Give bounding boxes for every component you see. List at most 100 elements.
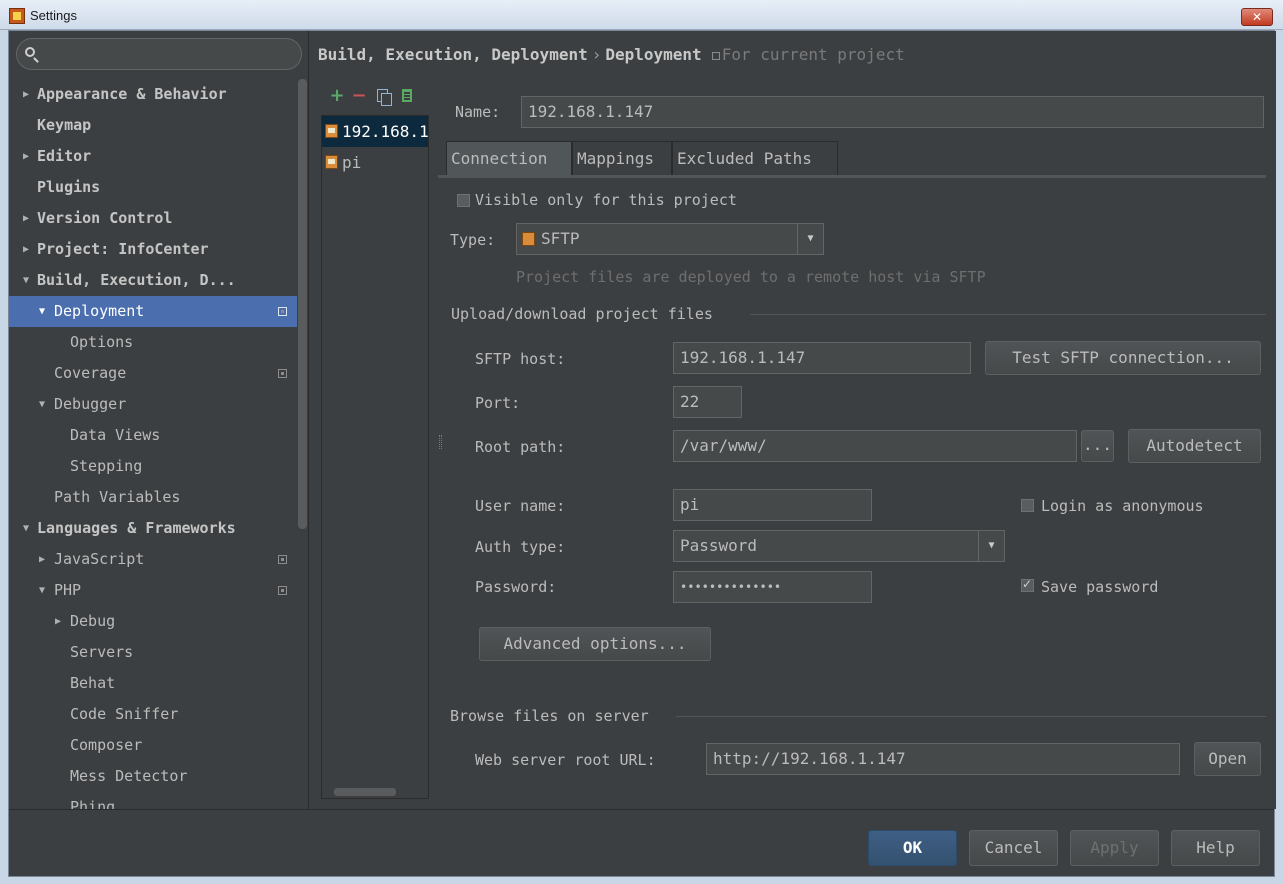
chevron-down-icon[interactable]: ▼ (978, 531, 1004, 561)
sidebar-item-coverage[interactable]: Coverage (9, 358, 297, 389)
sidebar-item-path-variables[interactable]: Path Variables (9, 482, 297, 513)
visible-only-label: Visible only for this project (475, 191, 737, 209)
project-level-icon (278, 586, 287, 595)
window-title-bar: Settings ✕ (0, 0, 1283, 30)
breadcrumb-separator: › (591, 45, 602, 64)
settings-search-field[interactable] (16, 38, 302, 70)
login-anonymous-checkbox[interactable] (1021, 499, 1034, 512)
password-field[interactable]: •••••••••••••• (673, 571, 872, 603)
type-combobox[interactable]: SFTP ▼ (516, 223, 824, 255)
login-anonymous-label: Login as anonymous (1041, 497, 1204, 515)
tab-connection[interactable]: Connection (446, 141, 572, 175)
sidebar-item-data-views[interactable]: Data Views (9, 420, 297, 451)
server-list-item[interactable]: pi (322, 147, 428, 178)
sidebar-item-behat[interactable]: Behat (9, 668, 297, 699)
sidebar-item-debugger[interactable]: ▼ Debugger (9, 389, 297, 420)
chevron-down-icon[interactable]: ▼ (797, 224, 823, 254)
chevron-right-icon[interactable]: ▶ (55, 606, 61, 637)
sidebar-item-label: Options (70, 333, 134, 351)
browse-root-path-button[interactable]: ... (1081, 430, 1114, 462)
server-list-item[interactable]: 192.168.1.147 (322, 116, 428, 147)
chevron-down-icon[interactable]: ▼ (39, 575, 45, 606)
sftp-host-field[interactable]: 192.168.1.147 (673, 342, 971, 374)
sidebar-item-label: Build, Execution, D... (37, 271, 236, 289)
sidebar-item-label: Composer (70, 736, 143, 754)
dialog-button-bar: OK Cancel Apply Help (9, 809, 1274, 876)
sidebar-item-stepping[interactable]: Stepping (9, 451, 297, 482)
name-field[interactable]: 192.168.1.147 (521, 96, 1264, 128)
sidebar-item-debug[interactable]: ▶ Debug (9, 606, 297, 637)
sftp-icon (522, 232, 535, 246)
sidebar-scrollbar[interactable] (298, 79, 307, 529)
splitter-handle[interactable] (439, 435, 442, 449)
sidebar-item-project[interactable]: ▶ Project: InfoCenter (9, 234, 297, 265)
sidebar-item-code-sniffer[interactable]: Code Sniffer (9, 699, 297, 730)
ok-button[interactable]: OK (868, 830, 957, 866)
open-button[interactable]: Open (1194, 742, 1261, 776)
web-root-url-field[interactable]: http://192.168.1.147 (706, 743, 1180, 775)
user-name-field[interactable]: pi (673, 489, 872, 521)
sidebar-item-php[interactable]: ▼ PHP (9, 575, 297, 606)
settings-dialog: ▶ Appearance & Behavior Keymap ▶ Editor … (8, 30, 1276, 877)
sidebar-item-label: Phing (70, 798, 116, 809)
sidebar-item-options[interactable]: Options (9, 327, 297, 358)
sidebar-item-label: Project: InfoCenter (37, 240, 209, 258)
sidebar-item-keymap[interactable]: Keymap (9, 110, 297, 141)
tab-excluded-paths[interactable]: Excluded Paths (672, 141, 838, 175)
chevron-right-icon[interactable]: ▶ (39, 544, 45, 575)
sidebar-item-label: Coverage (54, 364, 127, 382)
chevron-right-icon[interactable]: ▶ (23, 141, 29, 172)
breadcrumb-parent: Build, Execution, Deployment (318, 45, 588, 64)
sidebar-item-javascript[interactable]: ▶ JavaScript (9, 544, 297, 575)
test-sftp-connection-button[interactable]: Test SFTP connection... (985, 341, 1261, 375)
project-level-icon (278, 307, 287, 316)
save-password-checkbox[interactable] (1021, 577, 1034, 592)
port-field[interactable]: 22 (673, 386, 742, 418)
visible-only-checkbox[interactable] (457, 194, 470, 207)
sidebar-item-servers[interactable]: Servers (9, 637, 297, 668)
chevron-right-icon[interactable]: ▶ (23, 79, 29, 110)
apply-button[interactable]: Apply (1070, 830, 1159, 866)
sidebar-item-composer[interactable]: Composer (9, 730, 297, 761)
server-name: pi (342, 153, 362, 172)
tab-mappings[interactable]: Mappings (572, 141, 672, 175)
remove-icon[interactable]: − (350, 87, 368, 105)
add-icon[interactable]: + (328, 87, 346, 105)
chevron-right-icon[interactable]: ▶ (23, 203, 29, 234)
server-name: 192.168.1.147 (342, 122, 428, 141)
chevron-down-icon[interactable]: ▼ (39, 296, 45, 327)
help-button[interactable]: Help (1171, 830, 1260, 866)
sidebar-item-label: Debugger (54, 395, 127, 413)
copy-icon[interactable] (374, 87, 392, 106)
use-as-default-icon[interactable] (398, 87, 416, 105)
sidebar-item-phing[interactable]: Phing (9, 792, 297, 809)
sidebar-item-version-control[interactable]: ▶ Version Control (9, 203, 297, 234)
sidebar-item-build-execution[interactable]: ▼ Build, Execution, D... (9, 265, 297, 296)
server-list-scrollbar[interactable] (334, 788, 396, 796)
root-path-label: Root path: (475, 438, 566, 456)
sidebar-item-languages[interactable]: ▼ Languages & Frameworks (9, 513, 297, 544)
sidebar-item-editor[interactable]: ▶ Editor (9, 141, 297, 172)
project-level-icon (278, 369, 287, 378)
chevron-down-icon[interactable]: ▼ (39, 389, 45, 420)
window-close-button[interactable]: ✕ (1241, 8, 1273, 26)
chevron-down-icon[interactable]: ▼ (23, 265, 29, 296)
breadcrumb-hint: For current project (721, 45, 905, 64)
name-label: Name: (455, 103, 501, 121)
chevron-down-icon[interactable]: ▼ (23, 513, 29, 544)
sidebar-item-deployment[interactable]: ▼ Deployment (9, 296, 297, 327)
auth-type-combobox[interactable]: Password ▼ (673, 530, 1005, 562)
advanced-options-button[interactable]: Advanced options... (479, 627, 711, 661)
sidebar-item-plugins[interactable]: Plugins (9, 172, 297, 203)
sidebar-item-label: Behat (70, 674, 116, 692)
section-divider (676, 716, 1266, 717)
root-path-field[interactable]: /var/www/ (673, 430, 1077, 462)
autodetect-button[interactable]: Autodetect (1128, 429, 1261, 463)
chevron-right-icon[interactable]: ▶ (23, 234, 29, 265)
sidebar-item-label: Debug (70, 612, 116, 630)
sidebar-item-appearance[interactable]: ▶ Appearance & Behavior (9, 79, 297, 110)
cancel-button[interactable]: Cancel (969, 830, 1058, 866)
tab-underline (438, 175, 1266, 178)
type-value: SFTP (541, 229, 580, 248)
sidebar-item-mess-detector[interactable]: Mess Detector (9, 761, 297, 792)
